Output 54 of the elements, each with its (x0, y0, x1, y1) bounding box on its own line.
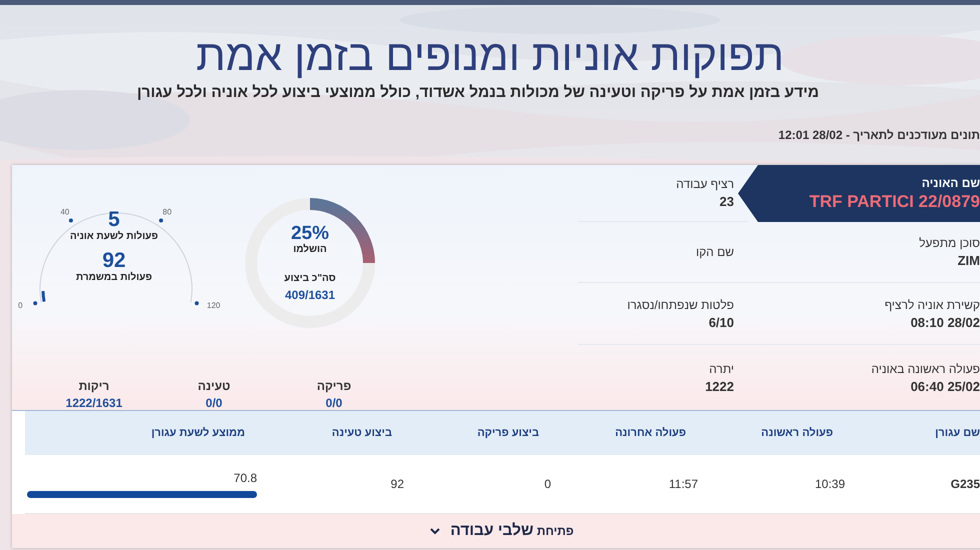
detail-value: 1222 (705, 378, 734, 394)
detail-label: שם הקו (696, 245, 734, 259)
tick-dot (33, 301, 38, 306)
shift-value: 92 (102, 250, 126, 272)
total-value: 409/1631 (284, 288, 336, 302)
detail-value: 28/02 08:10 (910, 314, 980, 330)
detail-value: 23 (720, 194, 734, 209)
tick-label: 120 (206, 301, 220, 310)
column-header: שם עגורן (845, 411, 980, 455)
ship-name-label: שם האוניה (922, 176, 980, 190)
counter-label: פריקה (316, 379, 352, 393)
table-cell: 11:57 (668, 477, 698, 491)
detail-label: פעולה ראשונה באוניה (871, 362, 980, 376)
column-header: ממוצע לשעת עגורן (25, 411, 257, 455)
column-header: פעולה אחרונה (551, 411, 698, 455)
page-title: תפוקות אוניות ומנופים בזמן אמת (196, 31, 784, 82)
counter-value: 1222/1631 (66, 396, 122, 410)
detail-label: קשירת אוניה לרציף (884, 298, 980, 312)
column-header: ביצוע פריקה (404, 411, 551, 455)
tick-label: 0 (18, 301, 23, 310)
detail-label: פלטות שנפתחו/נסגרו (627, 298, 734, 312)
per-hour-value: 5 (108, 209, 120, 231)
table-cell: G235 (950, 477, 980, 491)
table-cell: 0 (544, 477, 551, 491)
total-label: סה"כ ביצוע (284, 273, 336, 284)
expand-button[interactable]: פתיחת שלבי עבודה (420, 514, 584, 548)
tick-dot (68, 218, 73, 222)
counter-value: 0/0 (326, 396, 342, 410)
detail-label: רציף עבודה (676, 177, 734, 191)
tick-label: 80 (162, 207, 172, 216)
tick-label: 40 (60, 207, 70, 216)
page-subtitle: מידע בזמן אמת על פריקה וטעינה של מכולות בנמל אשדוד, כולל ממוצעי ביצוע לכל אוניה ולכל עגורן (136, 84, 820, 102)
gauge-fill (42, 290, 46, 302)
table-cell: 10:39 (814, 477, 845, 491)
detail-value: 6/10 (708, 314, 734, 330)
shift-label: פעולות במשמרת (76, 272, 152, 283)
percent-value: 25% (290, 224, 330, 244)
ship-name: TRF PARTICI 22/0879 (809, 192, 980, 212)
tick-dot (194, 301, 199, 306)
counter-value: 0/0 (206, 396, 222, 410)
update-time: תונים מעודכנים לתאריך - 28/02 12:01 (778, 128, 980, 142)
percent-label: הושלמו (293, 244, 327, 255)
table-cell: 92 (390, 477, 404, 491)
detail-value: 25/02 06:40 (910, 378, 980, 394)
table-cell: 70.8 (234, 470, 257, 484)
detail-value: ZIM (958, 253, 980, 268)
counter-label: ריקות (78, 379, 110, 393)
detail-label: יתרה (709, 362, 734, 376)
column-header: פעולה ראשונה (698, 411, 845, 455)
column-header: ביצוע טעינה (257, 411, 404, 455)
tick-dot (159, 218, 164, 222)
counter-label: טעינה (198, 379, 230, 393)
per-hour-label: פעולות לשעת אוניה (70, 231, 158, 242)
detail-label: סוכן מתפעל (919, 236, 980, 250)
